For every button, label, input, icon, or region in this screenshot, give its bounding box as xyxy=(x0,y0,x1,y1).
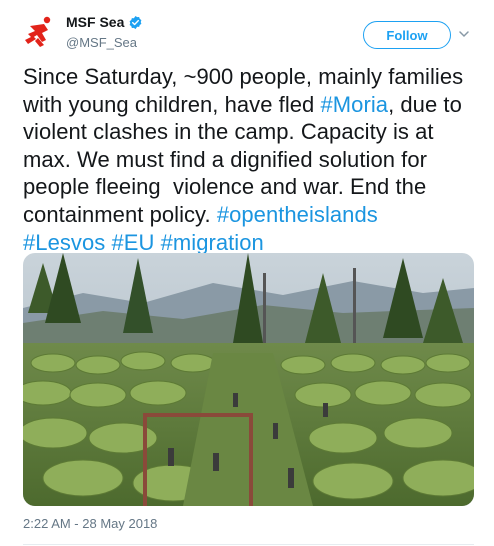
tweet-text: Since Saturday, ~900 people, mainly fami… xyxy=(23,63,475,256)
msf-logo-icon[interactable] xyxy=(22,14,58,50)
account-name[interactable]: MSF Sea xyxy=(66,14,143,30)
account-handle[interactable]: @MSF_Sea xyxy=(66,35,137,50)
hashtag-link[interactable]: #migration xyxy=(161,230,264,255)
hashtag-link[interactable]: #EU xyxy=(111,230,154,255)
tweet-photo-tent-camp[interactable] xyxy=(23,253,474,506)
hashtag-link[interactable]: #Lesvos xyxy=(23,230,105,255)
verified-badge-icon xyxy=(129,15,142,29)
hashtag-link[interactable]: #opentheislands xyxy=(217,202,378,227)
tweet-timestamp[interactable]: 2:22 AM - 28 May 2018 xyxy=(23,516,157,531)
tweet-card: MSF Sea @MSF_Sea Follow Since Saturday, … xyxy=(0,0,494,546)
hashtag-link[interactable]: #Moria xyxy=(321,92,389,117)
chevron-down-icon[interactable] xyxy=(458,28,470,40)
account-name-label[interactable]: MSF Sea xyxy=(66,14,124,30)
divider xyxy=(23,544,474,545)
follow-button[interactable]: Follow xyxy=(363,21,451,49)
